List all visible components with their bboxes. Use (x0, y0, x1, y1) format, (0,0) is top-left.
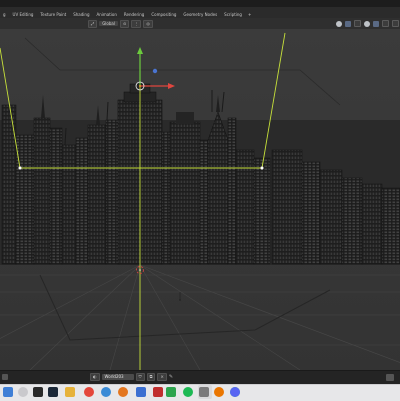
view-options-icon[interactable] (386, 374, 394, 381)
shield-icon[interactable]: ⛉ (135, 373, 145, 381)
3d-viewport[interactable] (0, 29, 400, 370)
duplicate-icon[interactable]: ⧉ (146, 373, 156, 381)
tab-shading[interactable]: Shading (70, 12, 92, 17)
tab-scripting[interactable]: Scripting (221, 12, 245, 17)
tab-rendering[interactable]: Rendering (121, 12, 147, 17)
tab-uv-editing[interactable]: UV Editing (10, 12, 37, 17)
world-icon[interactable]: ◐ (90, 373, 100, 381)
tab-texture-paint[interactable]: Texture Paint (37, 12, 69, 17)
add-workspace-button[interactable]: + (246, 12, 253, 17)
edge-icon[interactable] (101, 387, 111, 397)
world-selector[interactable]: ◐ World203 ⛉ ⧉ × ✎ (90, 373, 173, 381)
world-name-field[interactable]: World203 (101, 374, 134, 380)
file-explorer-icon[interactable] (65, 387, 75, 397)
viewport-header-right (336, 19, 399, 28)
snap-icon[interactable]: ⋮ (131, 19, 142, 28)
tab-layout[interactable]: g (0, 12, 9, 17)
xray-icon[interactable] (364, 20, 370, 27)
store-icon[interactable] (136, 387, 146, 397)
shading-solid-icon[interactable] (373, 20, 379, 27)
tab-geometry-nodes[interactable]: Geometry Nodes (180, 12, 220, 17)
orientation-label[interactable]: Global (99, 21, 118, 26)
gizmo-toggle-icon[interactable] (345, 20, 351, 27)
proportional-editing-icon[interactable]: ◎ (143, 19, 153, 28)
pivot-point-icon[interactable]: ⊙ (119, 19, 130, 28)
shading-material-icon[interactable] (382, 20, 389, 27)
blender-icon[interactable] (198, 385, 212, 399)
blender-icon[interactable] (214, 387, 224, 397)
properties-bar (0, 370, 400, 384)
x-icon[interactable]: × (157, 373, 167, 381)
viewport-canvas[interactable] (0, 29, 400, 370)
editor-type-icon[interactable] (2, 374, 8, 380)
tab-animation[interactable]: Animation (93, 12, 119, 17)
transform-orientation-dropdown[interactable]: ⤢ Global ⊙ ⋮ ◎ (88, 19, 153, 28)
chrome-icon[interactable] (84, 387, 94, 397)
windows-start-icon[interactable] (3, 387, 13, 397)
visibility-icon[interactable] (336, 20, 342, 27)
shading-rendered-icon[interactable] (392, 20, 399, 27)
tab-compositing[interactable]: Compositing (148, 12, 179, 17)
discord-icon[interactable] (230, 387, 240, 397)
transform-orientation-icon[interactable]: ⤢ (88, 19, 98, 28)
frame-vertex[interactable] (18, 166, 22, 170)
task-view-icon[interactable] (33, 387, 43, 397)
media-icon[interactable] (153, 387, 163, 397)
firefox-icon[interactable] (118, 387, 128, 397)
green-app-icon[interactable] (166, 387, 176, 397)
frame-vertex[interactable] (260, 166, 264, 170)
window-top-bar (0, 0, 400, 7)
spotify-icon[interactable] (183, 387, 193, 397)
search-icon[interactable] (18, 387, 28, 397)
overlay-icon[interactable] (354, 20, 361, 27)
steam-icon[interactable] (48, 387, 58, 397)
pin-icon[interactable]: ✎ (169, 374, 173, 380)
